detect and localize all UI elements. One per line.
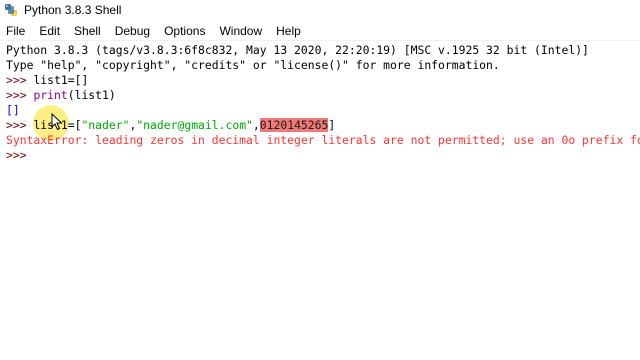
string-literal: "nader@gmail.com" [136, 118, 253, 132]
menu-file[interactable]: File [0, 24, 32, 38]
prompt: >>> [6, 118, 34, 132]
idle-shell-window: Python 3.8.3 Shell File Edit Shell Debug… [0, 0, 640, 360]
string-literal: "nader" [81, 118, 130, 132]
code-text: (list1) [67, 88, 116, 102]
prompt: >>> [6, 148, 34, 162]
banner-text-2: Type "help", "copyright", "credits" or "… [6, 58, 500, 72]
menu-window[interactable]: Window [212, 24, 269, 38]
menu-options[interactable]: Options [157, 24, 212, 38]
window-title: Python 3.8.3 Shell [24, 3, 122, 17]
menu-edit[interactable]: Edit [32, 24, 67, 38]
stdout-text: [] [6, 103, 20, 117]
banner-line-1: Python 3.8.3 (tags/v3.8.3:6f8c832, May 1… [6, 43, 589, 58]
code-text: list1=[] [33, 73, 89, 87]
menu-debug[interactable]: Debug [108, 24, 157, 38]
python-idle-icon [5, 4, 17, 16]
input-line-4: >>> [6, 148, 33, 163]
banner-text-1: Python 3.8.3 (tags/v3.8.3:6f8c832, May 1… [6, 43, 589, 57]
error-line: SyntaxError: leading zeros in decimal in… [6, 133, 640, 148]
error-highlight: 0120145265 [259, 118, 329, 132]
title-bar[interactable]: Python 3.8.3 Shell [0, 0, 640, 20]
input-line-1: >>> list1=[] [6, 73, 88, 88]
code-text: ] [328, 118, 336, 132]
error-type: SyntaxError [6, 133, 82, 147]
builtin-function: print [33, 88, 68, 102]
prompt: >>> [6, 73, 34, 87]
code-text: , [252, 118, 260, 132]
banner-line-2: Type "help", "copyright", "credits" or "… [6, 58, 500, 73]
error-message: : leading zeros in decimal integer liter… [81, 133, 640, 147]
menu-help[interactable]: Help [269, 24, 308, 38]
output-line-1: [] [6, 103, 20, 118]
menu-bar: File Edit Shell Debug Options Window Hel… [0, 21, 640, 41]
mouse-pointer-icon [51, 113, 63, 131]
prompt: >>> [6, 88, 34, 102]
shell-text-area[interactable]: Python 3.8.3 (tags/v3.8.3:6f8c832, May 1… [0, 41, 640, 360]
input-line-2: >>> print(list1) [6, 88, 116, 103]
menu-shell[interactable]: Shell [67, 24, 108, 38]
